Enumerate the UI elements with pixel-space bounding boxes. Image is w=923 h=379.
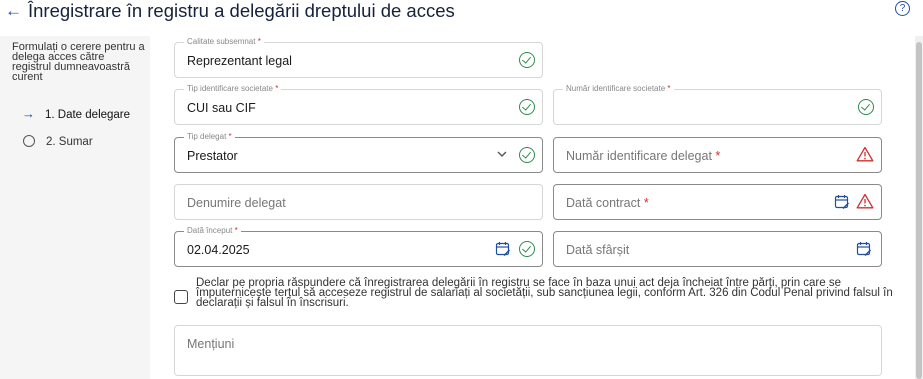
- field-value: CUI sau CIF: [187, 101, 256, 115]
- sidebar-description: Formulați o cerere pentru a delega acces…: [12, 41, 145, 83]
- field-placeholder: Număr identificare delegat: [566, 149, 712, 163]
- scrollbar[interactable]: [915, 36, 923, 379]
- required-mark: *: [228, 132, 232, 141]
- required-mark: *: [715, 149, 721, 163]
- field-placeholder: Dată contract: [566, 196, 641, 210]
- field-placeholder: Denumire delegat: [187, 196, 286, 210]
- step-date-delegare[interactable]: → 1. Date delegare: [22, 106, 130, 121]
- check-circle-icon: [858, 99, 874, 115]
- calitate-subsemnat-field[interactable]: Calitate subsemnat * Reprezentant legal: [174, 37, 543, 78]
- page-title: Înregistrare în registru a delegării dre…: [28, 0, 455, 21]
- field-placeholder: Dată sfârșit: [566, 243, 630, 257]
- field-label: Număr identificare societate: [566, 84, 666, 93]
- arrow-left-icon[interactable]: ←: [5, 1, 22, 21]
- warning-icon: [856, 193, 874, 209]
- page-header: ← Înregistrare în registru a delegării d…: [0, 0, 923, 28]
- required-mark: *: [643, 196, 649, 210]
- required-mark: *: [234, 226, 238, 235]
- scrollbar-thumb[interactable]: [916, 42, 922, 379]
- field-label: Dată început: [187, 226, 233, 235]
- field-placeholder: Mențiuni: [187, 337, 235, 351]
- help-icon[interactable]: ?: [895, 1, 910, 16]
- data-inceput-field[interactable]: Dată început * 02.04.2025: [174, 226, 543, 267]
- check-circle-icon: [519, 99, 535, 115]
- check-circle-icon: [519, 52, 535, 68]
- mentiuni-textarea[interactable]: Mențiuni: [174, 325, 882, 376]
- denumire-delegat-field[interactable]: Denumire delegat: [174, 184, 543, 220]
- step-label: 1. Date delegare: [45, 109, 131, 121]
- warning-icon: [856, 146, 874, 162]
- numar-identificare-delegat-field[interactable]: Număr identificare delegat *: [553, 137, 882, 173]
- delegation-form: Calitate subsemnat * Reprezentant legal …: [162, 36, 915, 379]
- arrow-right-icon: →: [22, 106, 35, 121]
- wizard-sidebar: Formulați o cerere pentru a delega acces…: [0, 36, 150, 379]
- calendar-icon[interactable]: [834, 194, 850, 210]
- step-sumar[interactable]: 2. Sumar: [22, 135, 93, 148]
- selected-value: Prestator: [187, 149, 238, 163]
- chevron-down-icon[interactable]: [495, 147, 509, 161]
- required-mark: *: [257, 37, 261, 46]
- circle-icon: [23, 135, 35, 147]
- required-mark: *: [667, 84, 671, 93]
- field-value: 02.04.2025: [187, 243, 250, 257]
- declaration-checkbox[interactable]: [174, 290, 188, 304]
- field-label: Calitate subsemnat: [187, 37, 256, 46]
- check-circle-icon: [519, 241, 535, 257]
- data-sfarsit-field[interactable]: Dată sfârșit: [553, 231, 882, 267]
- field-label: Tip identificare societate: [187, 84, 273, 93]
- tip-identificare-societate-field[interactable]: Tip identificare societate * CUI sau CIF: [174, 84, 543, 125]
- field-label: Tip delegat: [187, 132, 227, 141]
- field-value: Reprezentant legal: [187, 54, 292, 68]
- calendar-icon[interactable]: [856, 241, 872, 257]
- tip-delegat-select[interactable]: Tip delegat * Prestator: [174, 132, 543, 173]
- check-circle-icon: [519, 147, 535, 163]
- calendar-icon[interactable]: [495, 241, 511, 257]
- declaration-text: Declar pe propria răspundere că înregist…: [196, 277, 893, 309]
- numar-identificare-societate-field[interactable]: Număr identificare societate *: [553, 84, 882, 125]
- data-contract-field[interactable]: Dată contract *: [553, 184, 882, 220]
- step-label: 2. Sumar: [46, 136, 93, 148]
- required-mark: *: [275, 84, 279, 93]
